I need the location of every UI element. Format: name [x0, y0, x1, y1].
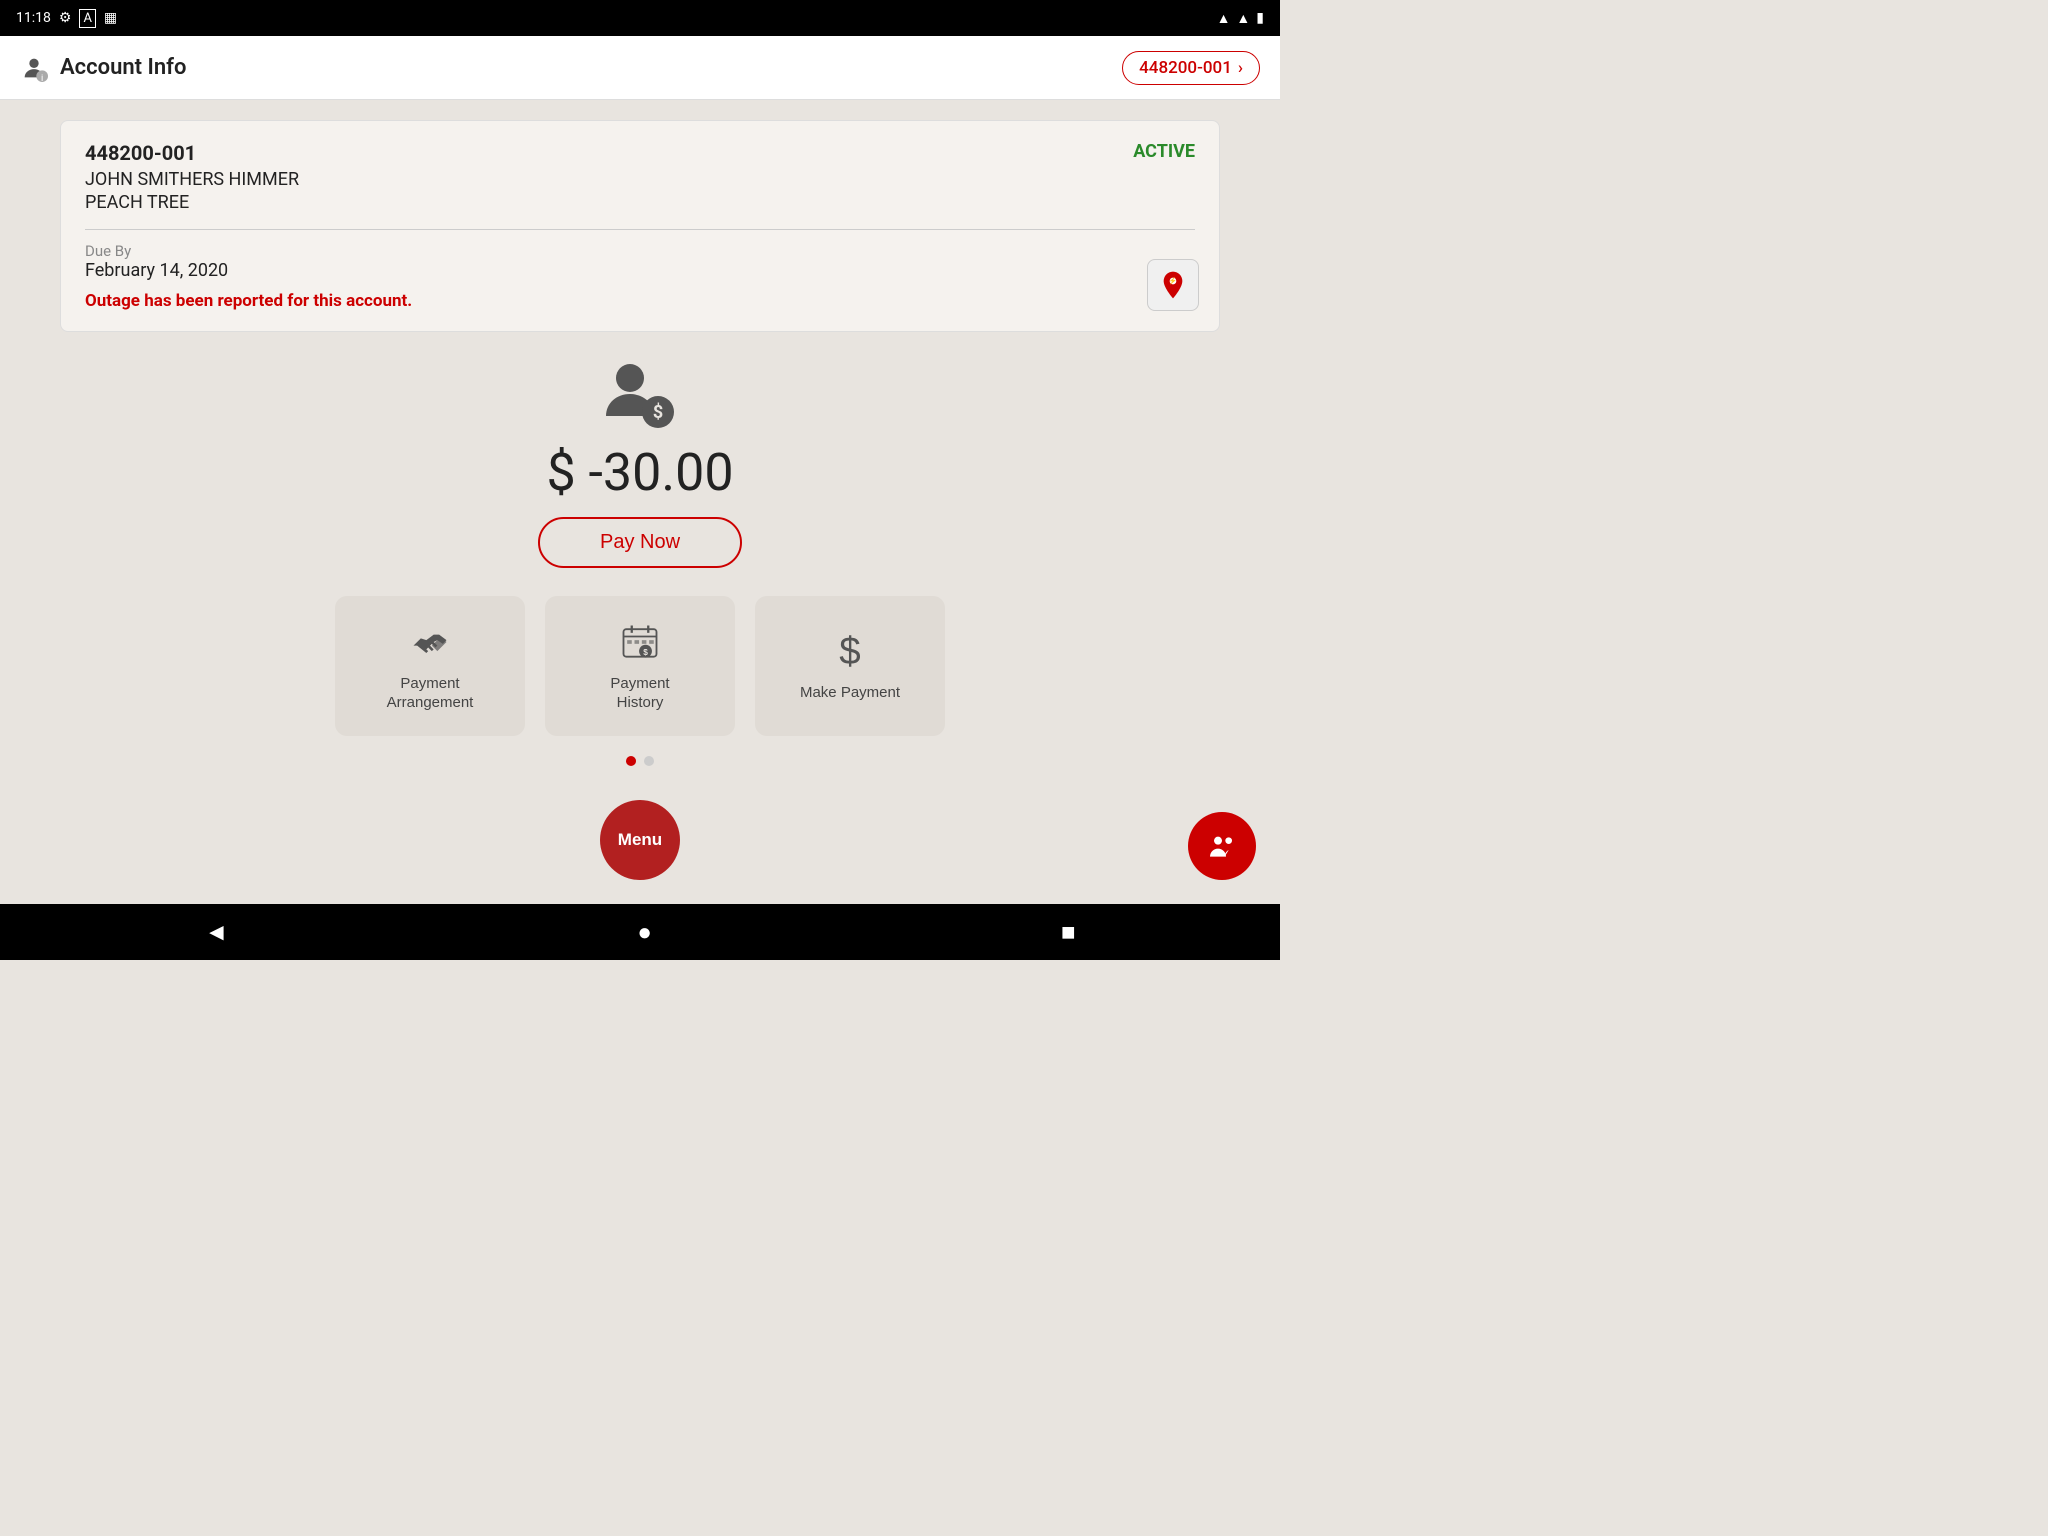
signal-icon: ▲	[1236, 10, 1250, 27]
svg-text:⚡: ⚡	[1169, 276, 1177, 285]
recents-nav-icon[interactable]: ■	[1061, 918, 1076, 947]
svg-text:$: $	[643, 647, 648, 656]
payment-arrangement-label: PaymentArrangement	[387, 674, 474, 713]
dollar-icon: $	[828, 629, 872, 673]
svg-text:$: $	[653, 402, 663, 423]
handshake-icon	[408, 620, 452, 664]
a-icon: A	[79, 9, 95, 28]
balance-icon-container: $	[600, 360, 680, 434]
action-buttons-row: PaymentArrangement $ PaymentHistory $	[60, 596, 1220, 736]
payment-arrangement-button[interactable]: PaymentArrangement	[335, 596, 525, 736]
calendar-dollar-icon: $	[618, 620, 662, 664]
sim-icon: ▦	[104, 10, 117, 26]
battery-icon: ▮	[1256, 10, 1264, 26]
nav-bar: ◄ ● ■	[0, 904, 1280, 960]
account-status: ACTIVE	[1133, 141, 1195, 162]
account-icon: i	[20, 54, 48, 82]
contact-fab-button[interactable]	[1188, 812, 1256, 880]
account-card-header: 448200-001 ACTIVE	[85, 141, 1195, 165]
contacts-icon	[1206, 830, 1238, 862]
due-label: Due By	[85, 242, 1195, 260]
account-number-badge: 448200-001	[1139, 58, 1232, 78]
status-bar-right: ▲ ▲ ▮	[1217, 10, 1264, 27]
outage-message: Outage has been reported for this accoun…	[85, 291, 1195, 311]
due-date: February 14, 2020	[85, 260, 1195, 281]
wifi-icon: ▲	[1217, 10, 1231, 27]
make-payment-button[interactable]: $ Make Payment	[755, 596, 945, 736]
pin-icon: ⚡	[1157, 269, 1189, 301]
top-bar-left: i Account Info	[20, 54, 186, 82]
page-dots	[60, 756, 1220, 766]
location-pin-button[interactable]: ⚡	[1147, 259, 1199, 311]
status-bar-left: 11:18 ⚙ A ▦	[16, 9, 117, 28]
balance-section: $ $ -30.00 Pay Now	[60, 360, 1220, 568]
payment-history-label: PaymentHistory	[610, 674, 669, 713]
top-bar: i Account Info 448200-001 ›	[0, 36, 1280, 100]
svg-text:$: $	[839, 630, 860, 673]
dot-1	[626, 756, 636, 766]
account-selector[interactable]: 448200-001 ›	[1122, 51, 1260, 85]
user-dollar-icon: $	[600, 360, 680, 430]
dot-2	[644, 756, 654, 766]
divider	[85, 229, 1195, 230]
menu-fab-button[interactable]: Menu	[600, 800, 680, 880]
back-nav-icon[interactable]: ◄	[205, 918, 229, 947]
customer-name: JOHN SMITHERS HIMMER	[85, 169, 1195, 190]
pay-now-button[interactable]: Pay Now	[538, 517, 742, 568]
payment-history-button[interactable]: $ PaymentHistory	[545, 596, 735, 736]
status-bar: 11:18 ⚙ A ▦ ▲ ▲ ▮	[0, 0, 1280, 36]
balance-amount: $ -30.00	[546, 442, 733, 503]
home-nav-icon[interactable]: ●	[637, 918, 652, 947]
main-content: 448200-001 ACTIVE JOHN SMITHERS HIMMER P…	[0, 100, 1280, 904]
status-time: 11:18	[16, 10, 51, 26]
make-payment-label: Make Payment	[800, 683, 900, 703]
account-card: 448200-001 ACTIVE JOHN SMITHERS HIMMER P…	[60, 120, 1220, 332]
page-title: Account Info	[60, 55, 186, 80]
account-number: 448200-001	[85, 141, 196, 165]
chevron-right-icon: ›	[1238, 58, 1243, 78]
location: PEACH TREE	[85, 192, 1195, 213]
settings-icon: ⚙	[59, 10, 72, 26]
svg-text:i: i	[41, 72, 43, 81]
